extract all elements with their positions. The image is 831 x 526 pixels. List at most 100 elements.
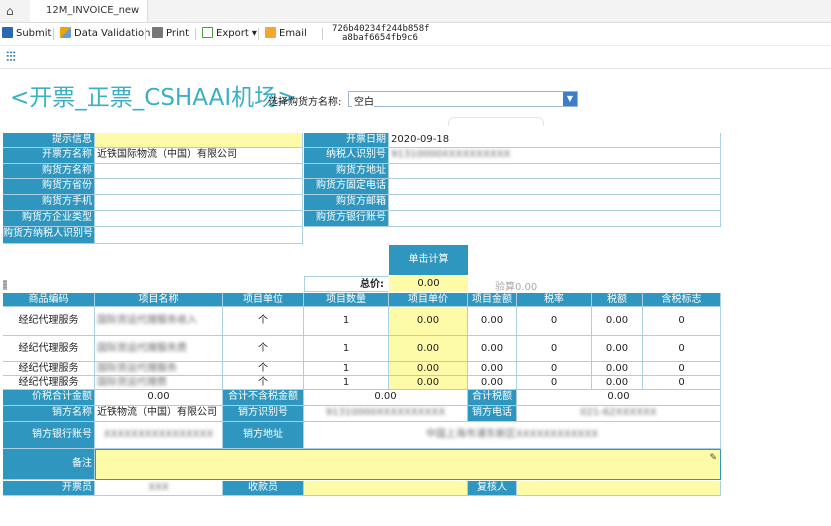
cell-unit[interactable]: 个 — [223, 376, 304, 390]
print-button[interactable]: Print — [152, 27, 189, 41]
data-validation-button[interactable]: Data Validation — [60, 27, 150, 41]
tip-field[interactable] — [95, 133, 303, 148]
label-buyer-phone: 购货方固定电话 — [304, 179, 389, 195]
cell-rate[interactable]: 0 — [517, 362, 592, 376]
cell-name-value: 国际货运代理服务收入 — [97, 315, 197, 326]
chevron-down-icon: ▾ — [251, 28, 257, 39]
cell-price[interactable]: 0.00 — [389, 307, 468, 336]
cell-amount: 0.00 — [468, 336, 517, 362]
cell-qty[interactable]: 1 — [304, 307, 389, 336]
email-button[interactable]: Email — [265, 27, 307, 41]
label-seller-name: 销方名称 — [3, 406, 95, 422]
cell-code[interactable]: 经纪代理服务 — [3, 336, 95, 362]
label-taxpayer-id: 纳税人识别号 — [304, 148, 389, 164]
cell-code[interactable]: 经纪代理服务 — [3, 376, 95, 390]
submit-button[interactable]: Submit — [2, 27, 51, 41]
email-label: Email — [279, 28, 307, 39]
check-label: 验算 — [495, 282, 515, 293]
total-without-tax-value: 0.00 — [304, 390, 468, 406]
buyer-mobile-field[interactable] — [95, 195, 303, 211]
total-label: 总价: — [304, 276, 388, 292]
cell-rate[interactable]: 0 — [517, 307, 592, 336]
taxpayer-id-field[interactable]: 91310000XXXXXXXXXX — [389, 148, 721, 164]
buyer-name-field[interactable] — [95, 164, 303, 179]
label-payee: 收款员 — [223, 481, 304, 496]
cell-name[interactable]: 国际货运代理服务 — [95, 362, 223, 376]
cell-tax: 0.00 — [592, 362, 643, 376]
cell-name-value: 国际货运代理服务费 — [97, 343, 187, 354]
cell-name[interactable]: 国际货运代理服务收入 — [95, 307, 223, 336]
cell-rate[interactable]: 0 — [517, 336, 592, 362]
pencil-icon[interactable]: ✎ — [709, 451, 717, 465]
sliders-icon[interactable]: ⫶⫶⫶ — [6, 50, 16, 65]
buyer-address-field[interactable] — [389, 164, 721, 179]
cell-unit[interactable]: 个 — [223, 307, 304, 336]
save-icon — [2, 27, 13, 38]
cell-qty[interactable]: 1 — [304, 336, 389, 362]
issuer-value: XXX — [148, 482, 169, 493]
label-buyer-mobile: 购货方手机 — [3, 195, 95, 211]
buyer-taxpayer-id-field[interactable] — [95, 227, 303, 244]
cell-flag[interactable]: 0 — [643, 307, 721, 336]
total-value: 0.00 — [389, 276, 468, 292]
home-icon[interactable]: ⌂ — [6, 4, 14, 18]
buyer-bank-field[interactable] — [389, 211, 721, 227]
collapse-handle[interactable] — [448, 117, 544, 126]
seller-name-value: 近铁物流（中国）有限公司 — [95, 406, 223, 422]
cell-code[interactable]: 经纪代理服务 — [3, 307, 95, 336]
check-value: 0.00 — [515, 282, 538, 293]
cell-flag[interactable]: 0 — [643, 376, 721, 390]
col-header: 税额 — [592, 293, 643, 307]
cell-unit[interactable]: 个 — [223, 336, 304, 362]
label-seller-id: 销方识别号 — [223, 406, 304, 422]
cell-flag[interactable]: 0 — [643, 362, 721, 376]
chevron-down-icon[interactable]: ▼ — [563, 92, 577, 106]
issuer-name-field[interactable]: 近铁国际物流（中国）有限公司 — [95, 148, 303, 164]
buyer-phone-field[interactable] — [389, 179, 721, 195]
label-buyer-email: 购货方邮箱 — [304, 195, 389, 211]
seller-phone-value: 021-62XXXXXX — [580, 407, 657, 418]
col-header: 项目数量 — [304, 293, 389, 307]
label-buyer-address: 购货方地址 — [304, 164, 389, 179]
drag-handle[interactable] — [3, 280, 7, 290]
total-with-tax-value: 0.00 — [95, 390, 223, 406]
cell-unit[interactable]: 个 — [223, 362, 304, 376]
label-buyer-taxpayer-id: 购货方纳税人识别号 — [3, 227, 95, 244]
cell-flag[interactable]: 0 — [643, 336, 721, 362]
cell-price[interactable]: 0.00 — [389, 362, 468, 376]
toolbar: Submit Data Validation Print Export ▾ Em… — [0, 23, 831, 46]
print-icon — [152, 27, 163, 38]
cell-qty[interactable]: 1 — [304, 362, 389, 376]
validation-icon — [60, 27, 71, 38]
cell-code[interactable]: 经纪代理服务 — [3, 362, 95, 376]
buyer-email-field[interactable] — [389, 195, 721, 211]
export-label: Export — [216, 28, 249, 39]
export-button[interactable]: Export ▾ — [202, 27, 257, 41]
cell-qty[interactable]: 1 — [304, 376, 389, 390]
issue-date-field[interactable]: 2020-09-18 — [389, 133, 721, 148]
label-buyer-province: 购货方省份 — [3, 179, 95, 195]
buyer-province-field[interactable] — [95, 179, 303, 195]
cell-rate[interactable]: 0 — [517, 376, 592, 390]
cell-name[interactable]: 国际货运代理服务费 — [95, 336, 223, 362]
invoice-id-line2: a8baf6654fb9c6 — [342, 33, 418, 43]
remark-field[interactable]: ✎ — [95, 449, 721, 480]
issuer-field[interactable]: XXX — [95, 481, 223, 496]
cell-price[interactable]: 0.00 — [389, 376, 468, 390]
cell-name-value: 国际货运代理服务 — [97, 363, 177, 374]
calculate-button[interactable]: 单击计算 — [389, 245, 468, 275]
seller-address-field: 中国上海市浦东新区XXXXXXXXXXXX — [304, 422, 721, 449]
payee-field[interactable] — [304, 481, 468, 496]
col-header: 项目金额 — [468, 293, 517, 307]
buyer-company-type-field[interactable] — [95, 211, 303, 227]
cell-amount: 0.00 — [468, 376, 517, 390]
buyer-select[interactable]: 空白 ▼ — [348, 91, 578, 108]
divider — [258, 28, 259, 40]
label-remark: 备注 — [3, 449, 95, 480]
email-icon — [265, 27, 276, 38]
cell-name[interactable]: 国际货运代理费 — [95, 376, 223, 390]
page-title: <开票_正票_CSHAAI机场> — [10, 85, 297, 111]
tab-invoice[interactable]: 12M_INVOICE_new — [30, 0, 148, 22]
reviewer-field[interactable] — [517, 481, 721, 496]
cell-price[interactable]: 0.00 — [389, 336, 468, 362]
